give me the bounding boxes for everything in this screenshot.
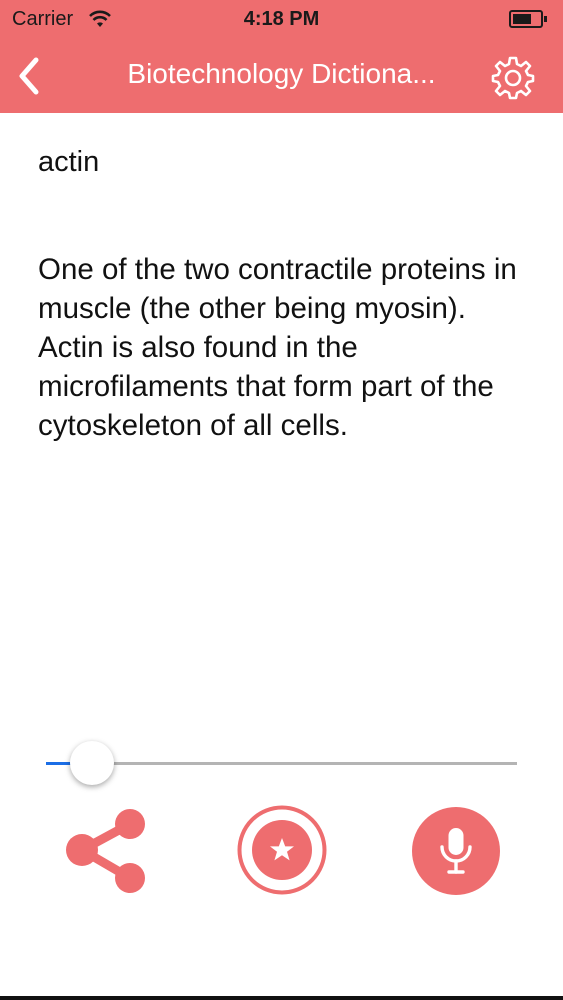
dictionary-entry: actin One of the two contractile protein… xyxy=(38,140,528,442)
gear-icon xyxy=(491,56,535,100)
share-button[interactable] xyxy=(62,804,156,898)
slider-thumb[interactable] xyxy=(70,741,115,785)
bottom-divider xyxy=(0,996,563,1000)
speak-button[interactable] xyxy=(411,806,501,896)
share-icon xyxy=(66,809,145,893)
navigation-bar: Biotechnology Dictiona... xyxy=(0,40,563,113)
back-button[interactable] xyxy=(12,54,46,98)
entry-definition: One of the two contractile proteins in m… xyxy=(38,253,517,442)
audio-progress-slider[interactable] xyxy=(46,741,517,785)
entry-term: actin xyxy=(38,146,100,178)
status-bar: Carrier 4:18 PM xyxy=(0,0,563,40)
slider-track xyxy=(46,762,517,765)
app-header: Carrier 4:18 PM Biotechnology Dictiona..… xyxy=(0,0,563,113)
favorite-button[interactable] xyxy=(236,804,328,896)
status-time: 4:18 PM xyxy=(243,8,320,30)
page-title: Biotechnology Dictiona... xyxy=(127,58,436,89)
battery-icon xyxy=(509,10,547,28)
settings-button[interactable] xyxy=(489,54,537,102)
